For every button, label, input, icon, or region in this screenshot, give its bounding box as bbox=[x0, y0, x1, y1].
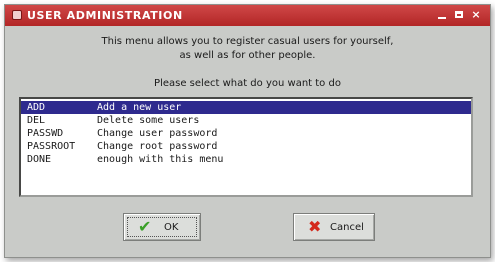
menu-item-description: Change root password bbox=[97, 141, 218, 152]
cancel-button[interactable]: ✖ Cancel bbox=[293, 213, 375, 241]
maximize-button[interactable] bbox=[452, 8, 466, 22]
checkmark-icon: ✔ bbox=[138, 217, 152, 236]
list-item-passwd[interactable]: PASSWD Change user password bbox=[21, 127, 471, 140]
menu-item-command: PASSROOT bbox=[27, 141, 76, 152]
cancel-button-label: Cancel bbox=[330, 222, 364, 233]
info-message-line-1: This menu allows you to register casual … bbox=[101, 36, 394, 47]
title-bar[interactable]: USER ADMINISTRATION × bbox=[5, 5, 490, 26]
menu-item-command: ADD bbox=[27, 102, 46, 113]
list-item-done[interactable]: DONE enough with this menu bbox=[21, 153, 471, 166]
menu-item-description: Delete some users bbox=[97, 115, 200, 126]
x-cancel-icon: ✖ bbox=[308, 217, 322, 236]
menu-item-description: Add a new user bbox=[97, 102, 182, 113]
window-title: USER ADMINISTRATION bbox=[27, 9, 183, 22]
menu-listbox[interactable]: ADD Add a new user DEL Delete some users… bbox=[19, 97, 473, 197]
close-button[interactable]: × bbox=[469, 8, 483, 22]
menu-item-command: PASSWD bbox=[27, 128, 64, 139]
maximize-icon bbox=[455, 11, 463, 18]
list-item-add[interactable]: ADD Add a new user bbox=[21, 101, 471, 114]
menu-item-command: DEL bbox=[27, 115, 46, 126]
list-item-del[interactable]: DEL Delete some users bbox=[21, 114, 471, 127]
menu-item-description: enough with this menu bbox=[97, 154, 224, 165]
menu-item-command: DONE bbox=[27, 154, 52, 165]
ok-button-label: OK bbox=[164, 222, 179, 233]
info-message-line-2: as well as for other people. bbox=[179, 50, 316, 61]
ok-button[interactable]: ✔ OK bbox=[123, 213, 201, 241]
minimize-button[interactable] bbox=[435, 8, 449, 22]
list-item-passroot[interactable]: PASSROOT Change root password bbox=[21, 140, 471, 153]
menu-item-description: Change user password bbox=[97, 128, 218, 139]
info-message: This menu allows you to register casual … bbox=[5, 35, 490, 63]
user-administration-window: USER ADMINISTRATION × This menu allows y… bbox=[4, 4, 491, 258]
selection-prompt: Please select what do you want to do bbox=[154, 78, 341, 89]
window-menu-icon[interactable] bbox=[12, 10, 22, 20]
minimize-icon bbox=[438, 17, 446, 19]
